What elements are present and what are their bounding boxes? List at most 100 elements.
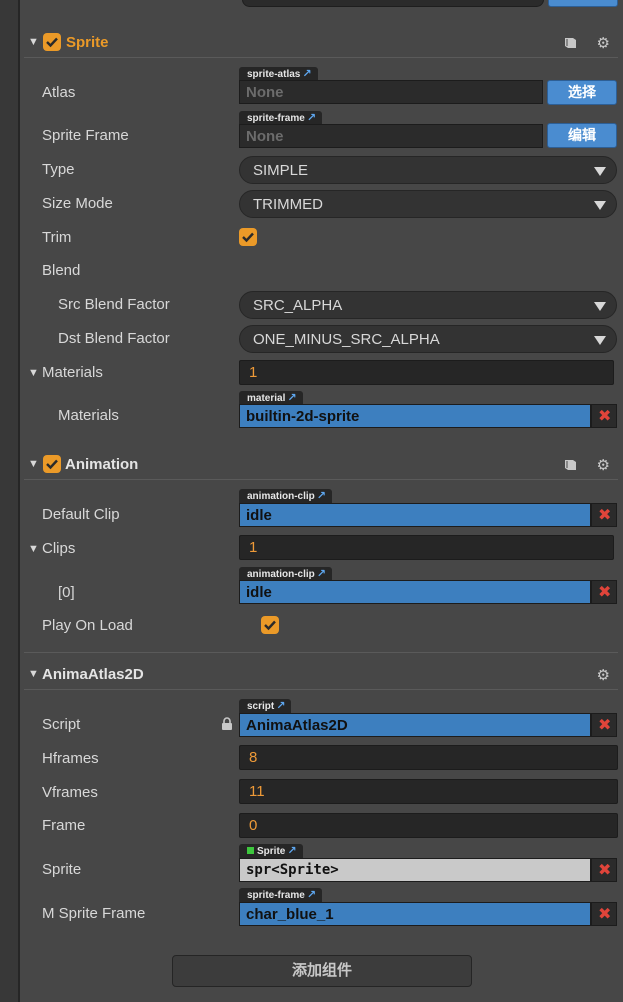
animation-component-header[interactable]: ▼ Animation ⚙	[24, 452, 618, 478]
external-link-icon[interactable]: ↗	[317, 490, 326, 502]
external-link-icon[interactable]: ↗	[287, 845, 296, 857]
asset-type-tag: sprite-frame ↗	[239, 888, 323, 902]
external-link-icon[interactable]: ↗	[287, 392, 296, 404]
close-icon: ✖	[598, 584, 612, 601]
dropdown-caret-icon	[594, 336, 606, 345]
asset-type-tag: animation-clip ↗	[239, 567, 333, 581]
sprite-frame-label: Sprite Frame	[42, 127, 129, 144]
script-asset-field[interactable]: AnimaAtlas2D	[239, 713, 591, 737]
help-book-icon[interactable]	[564, 458, 578, 475]
asset-type-tag: animation-clip ↗	[239, 489, 333, 503]
animation-enabled-checkbox[interactable]	[43, 455, 61, 473]
expand-arrow-icon[interactable]: ▼	[28, 367, 39, 379]
trim-checkbox[interactable]	[239, 228, 257, 246]
gear-icon[interactable]: ⚙	[597, 456, 610, 474]
clips-count-field[interactable]: 1	[239, 535, 614, 560]
atlas-select-button[interactable]: 选择	[547, 80, 617, 105]
type-label: Type	[42, 161, 75, 178]
frame-label: Frame	[42, 817, 86, 834]
play-on-load-checkbox[interactable]	[261, 616, 280, 634]
external-link-icon[interactable]: ↗	[307, 112, 316, 124]
sprite-node-label: Sprite	[42, 861, 82, 878]
asset-type-tag: sprite-atlas ↗	[239, 67, 318, 81]
src-blend-factor-label: Src Blend Factor	[58, 296, 170, 313]
script-label: Script	[42, 716, 81, 733]
size-mode-select[interactable]: TRIMMED	[239, 190, 617, 218]
lock-icon	[221, 717, 233, 734]
vframes-label: Vframes	[42, 784, 98, 801]
sprite-component-header[interactable]: ▼ Sprite ⚙	[24, 30, 618, 56]
remove-button[interactable]: ✖	[591, 713, 617, 737]
clips-label: Clips	[42, 540, 76, 557]
size-mode-label: Size Mode	[42, 195, 113, 212]
animation-component-title: Animation	[65, 456, 139, 473]
close-icon: ✖	[598, 408, 612, 425]
type-select[interactable]: SIMPLE	[239, 156, 617, 184]
hframes-field[interactable]: 8	[239, 745, 618, 770]
dst-blend-factor-select[interactable]: ONE_MINUS_SRC_ALPHA	[239, 325, 617, 353]
materials-count-field[interactable]: 1	[239, 360, 614, 385]
node-type-tag: Sprite ↗	[239, 844, 303, 858]
dst-blend-factor-label: Dst Blend Factor	[58, 330, 170, 347]
previous-property-button[interactable]	[548, 0, 618, 7]
expand-arrow-icon[interactable]: ▼	[28, 543, 39, 555]
default-clip-field[interactable]: idle	[239, 503, 591, 527]
hframes-label: Hframes	[42, 750, 99, 767]
clip-index-label: [0]	[58, 584, 75, 601]
previous-property-field[interactable]	[242, 0, 544, 7]
dropdown-caret-icon	[594, 201, 606, 210]
atlas-label: Atlas	[42, 84, 76, 101]
collapse-arrow-icon[interactable]: ▼	[28, 36, 39, 48]
external-link-icon[interactable]: ↗	[276, 700, 285, 712]
materials-item-label: Materials	[58, 407, 119, 424]
remove-button[interactable]: ✖	[591, 902, 617, 926]
vframes-field[interactable]: 11	[239, 779, 618, 804]
asset-type-tag: script ↗	[239, 699, 292, 713]
animaatlas2d-component-title: AnimaAtlas2D	[42, 666, 144, 683]
sprite-component-title: Sprite	[66, 34, 109, 51]
gear-icon[interactable]: ⚙	[597, 666, 610, 684]
remove-button[interactable]: ✖	[591, 404, 617, 428]
asset-type-tag: material ↗	[239, 391, 303, 405]
material-asset-field[interactable]: builtin-2d-sprite	[239, 404, 591, 428]
m-sprite-frame-label: M Sprite Frame	[42, 905, 146, 922]
asset-type-tag: sprite-frame ↗	[239, 111, 323, 125]
gear-icon[interactable]: ⚙	[597, 34, 610, 52]
close-icon: ✖	[598, 862, 612, 879]
src-blend-factor-select[interactable]: SRC_ALPHA	[239, 291, 617, 319]
remove-button[interactable]: ✖	[591, 858, 617, 882]
animaatlas2d-component-header[interactable]: ▼ AnimaAtlas2D ⚙	[24, 662, 618, 688]
clip-0-field[interactable]: idle	[239, 580, 591, 604]
close-icon: ✖	[598, 717, 612, 734]
collapse-arrow-icon[interactable]: ▼	[28, 458, 39, 470]
remove-button[interactable]: ✖	[591, 503, 617, 527]
remove-button[interactable]: ✖	[591, 580, 617, 604]
sprite-frame-field[interactable]: None	[239, 124, 543, 148]
section-divider	[24, 57, 618, 58]
add-component-button[interactable]: 添加组件	[172, 955, 472, 987]
external-link-icon[interactable]: ↗	[302, 68, 311, 80]
sprite-enabled-checkbox[interactable]	[43, 33, 61, 51]
sprite-frame-edit-button[interactable]: 编辑	[547, 123, 617, 148]
help-book-icon[interactable]	[564, 36, 578, 53]
section-divider	[24, 689, 618, 690]
dropdown-caret-icon	[594, 167, 606, 176]
external-link-icon[interactable]: ↗	[307, 889, 316, 901]
external-link-icon[interactable]: ↗	[317, 568, 326, 580]
frame-field[interactable]: 0	[239, 813, 618, 838]
blend-label: Blend	[42, 262, 81, 279]
collapse-arrow-icon[interactable]: ▼	[28, 668, 39, 680]
dropdown-caret-icon	[594, 302, 606, 311]
trim-label: Trim	[42, 229, 72, 246]
close-icon: ✖	[598, 507, 612, 524]
left-dock-strip	[0, 0, 20, 1002]
section-divider	[24, 479, 618, 480]
materials-count-label: Materials	[42, 364, 103, 381]
default-clip-label: Default Clip	[42, 506, 120, 523]
close-icon: ✖	[598, 906, 612, 923]
atlas-field[interactable]: None	[239, 80, 543, 104]
play-on-load-label: Play On Load	[42, 617, 133, 634]
m-sprite-frame-field[interactable]: char_blue_1	[239, 902, 591, 926]
sprite-node-field[interactable]: spr<Sprite>	[239, 858, 591, 882]
node-type-icon	[247, 847, 254, 854]
